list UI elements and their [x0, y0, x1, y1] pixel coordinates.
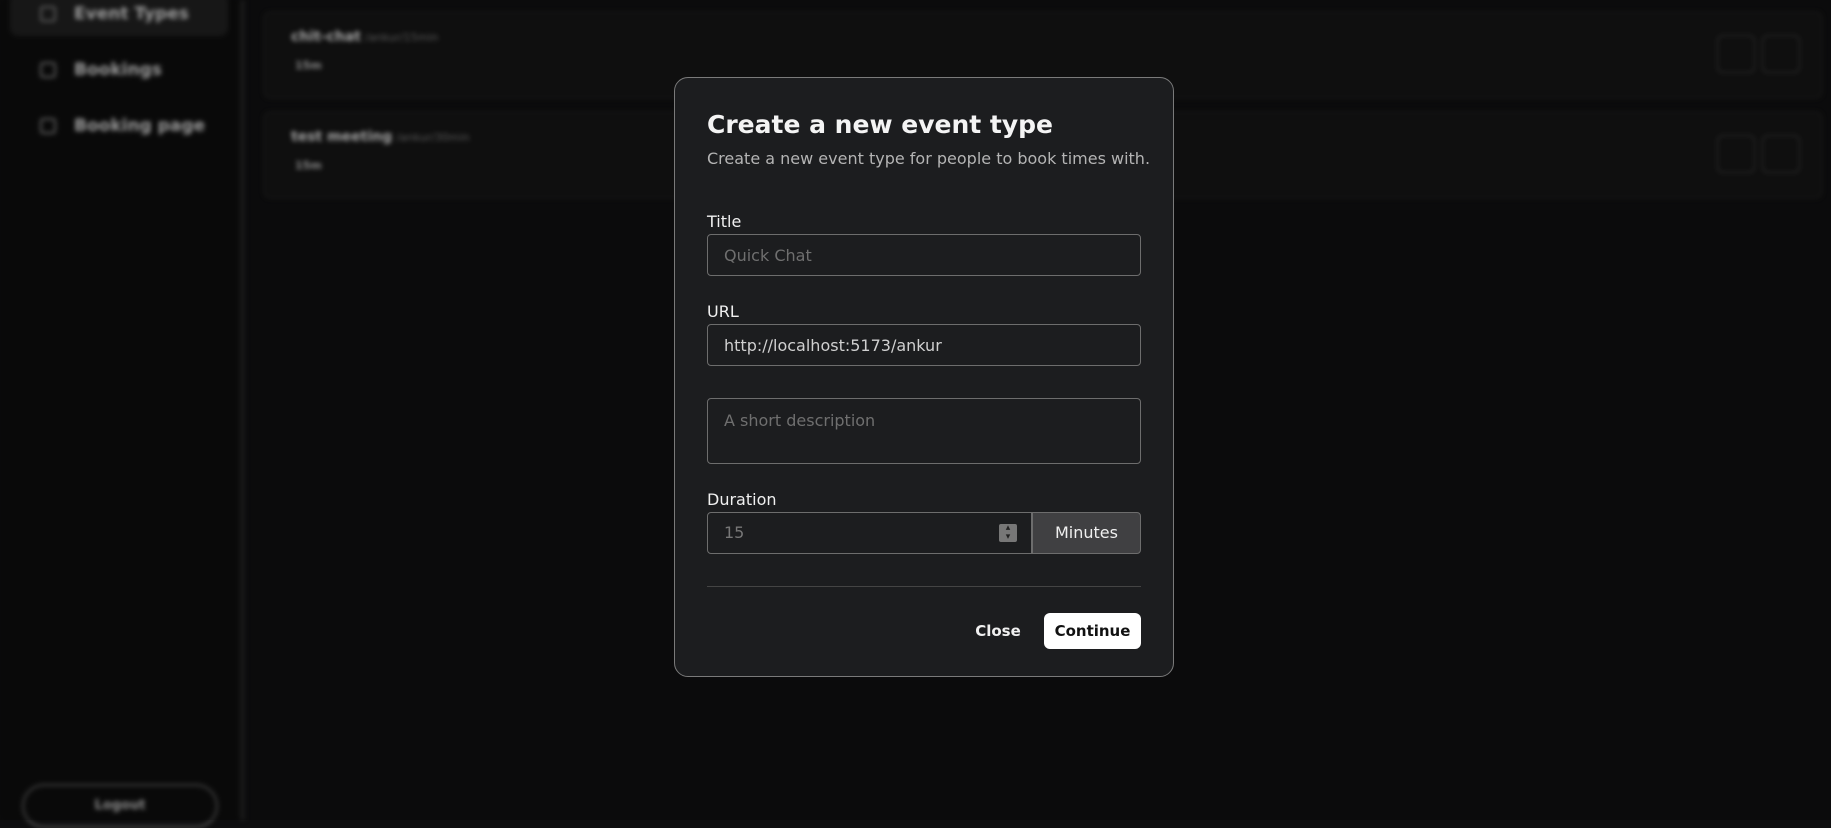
continue-button[interactable]: Continue — [1044, 613, 1141, 649]
create-event-dialog: Create a new event type Create a new eve… — [674, 77, 1174, 677]
divider — [707, 586, 1141, 587]
duration-input[interactable]: 15 ▴ ▾ — [707, 512, 1032, 554]
spinner-arrows-icon[interactable]: ▴ ▾ — [999, 524, 1017, 542]
duration-label: Duration — [707, 490, 777, 509]
duration-value: 15 — [724, 523, 745, 542]
title-label: Title — [707, 212, 742, 231]
title-input[interactable] — [707, 234, 1141, 276]
url-input[interactable] — [707, 324, 1141, 366]
description-input[interactable] — [707, 398, 1141, 464]
url-label: URL — [707, 302, 739, 321]
dialog-subtitle: Create a new event type for people to bo… — [707, 149, 1151, 168]
dialog-title: Create a new event type — [707, 110, 1053, 139]
close-button[interactable]: Close — [973, 613, 1023, 649]
duration-unit: Minutes — [1032, 512, 1141, 554]
